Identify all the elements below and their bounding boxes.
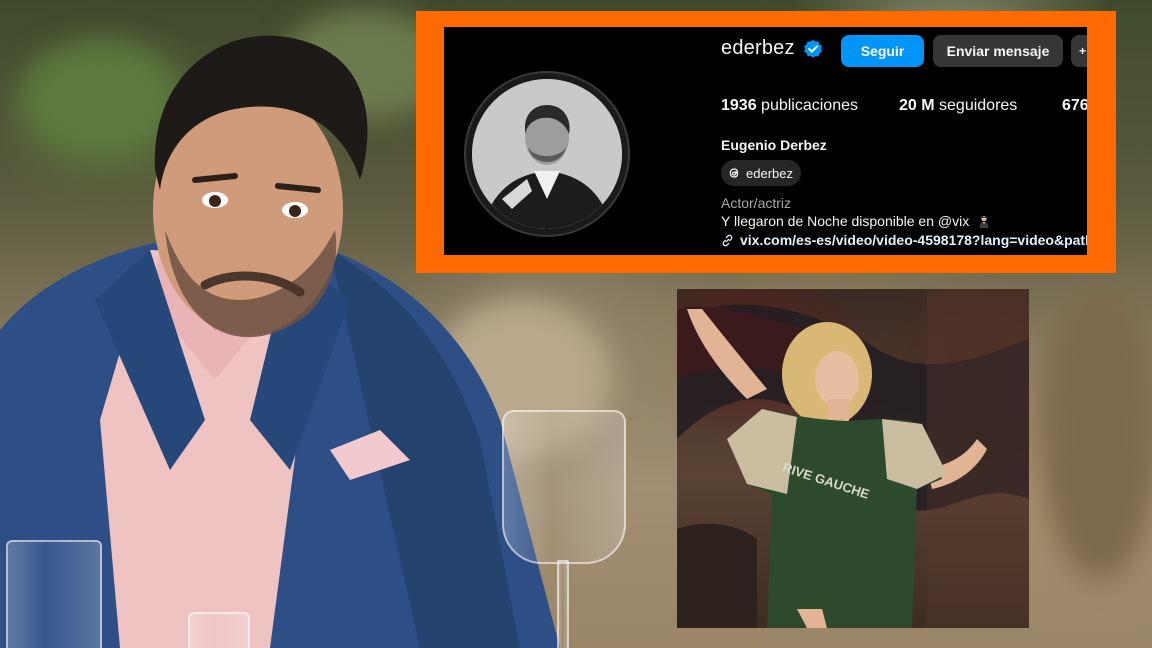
add-person-icon: + [1079, 44, 1087, 58]
instagram-profile-frame: ederbez Seguir Enviar mensaje + 1936 pub… [416, 11, 1116, 273]
threads-link-chip[interactable]: ederbez [721, 160, 801, 186]
suggest-more-button[interactable]: + [1071, 35, 1087, 67]
small-glass [188, 612, 250, 648]
guest-blur [1040, 280, 1152, 580]
followers-label: seguidores [939, 97, 1018, 114]
water-glass [6, 540, 102, 648]
posts-value: 1936 [721, 97, 757, 114]
send-message-button[interactable]: Enviar mensaje [933, 35, 1063, 67]
followers-count[interactable]: 20 M seguidores [899, 97, 1017, 115]
threads-icon [729, 168, 739, 178]
profile-link[interactable]: vix.com/es-es/video/video-4598178?lang=v… [721, 232, 1087, 248]
wine-glass-stem [557, 560, 569, 648]
follow-button[interactable]: Seguir [841, 35, 924, 67]
posts-label: publicaciones [761, 97, 858, 114]
profile-avatar[interactable] [464, 71, 630, 237]
followers-value: 20 M [899, 97, 935, 114]
inset-photo: RIVE GAUCHE [677, 289, 1029, 628]
link-icon [722, 234, 733, 246]
bio-text: Y llegaron de Noche disponible en @vix [721, 213, 970, 229]
username-row: ederbez [721, 37, 823, 60]
verified-badge-icon [803, 39, 822, 58]
woman-in-green-shirt: RIVE GAUCHE [677, 289, 1029, 628]
posts-count[interactable]: 1936 publicaciones [721, 97, 858, 115]
full-name: Eugenio Derbez [721, 137, 827, 153]
avatar-portrait [472, 79, 622, 229]
avatar-photo [472, 79, 622, 229]
person-emoji-icon [979, 215, 989, 228]
username[interactable]: ederbez [721, 37, 795, 60]
threads-handle: ederbez [746, 165, 793, 181]
wine-glass [502, 410, 626, 564]
instagram-profile-header: ederbez Seguir Enviar mensaje + 1936 pub… [444, 27, 1087, 255]
profile-bio: Y llegaron de Noche disponible en @vix [721, 213, 990, 229]
profile-category: Actor/actriz [721, 195, 792, 211]
following-count[interactable]: 676 [1062, 97, 1087, 115]
following-value: 676 [1062, 97, 1087, 114]
link-url: vix.com/es-es/video/video-4598178?lang=v… [740, 232, 1087, 248]
